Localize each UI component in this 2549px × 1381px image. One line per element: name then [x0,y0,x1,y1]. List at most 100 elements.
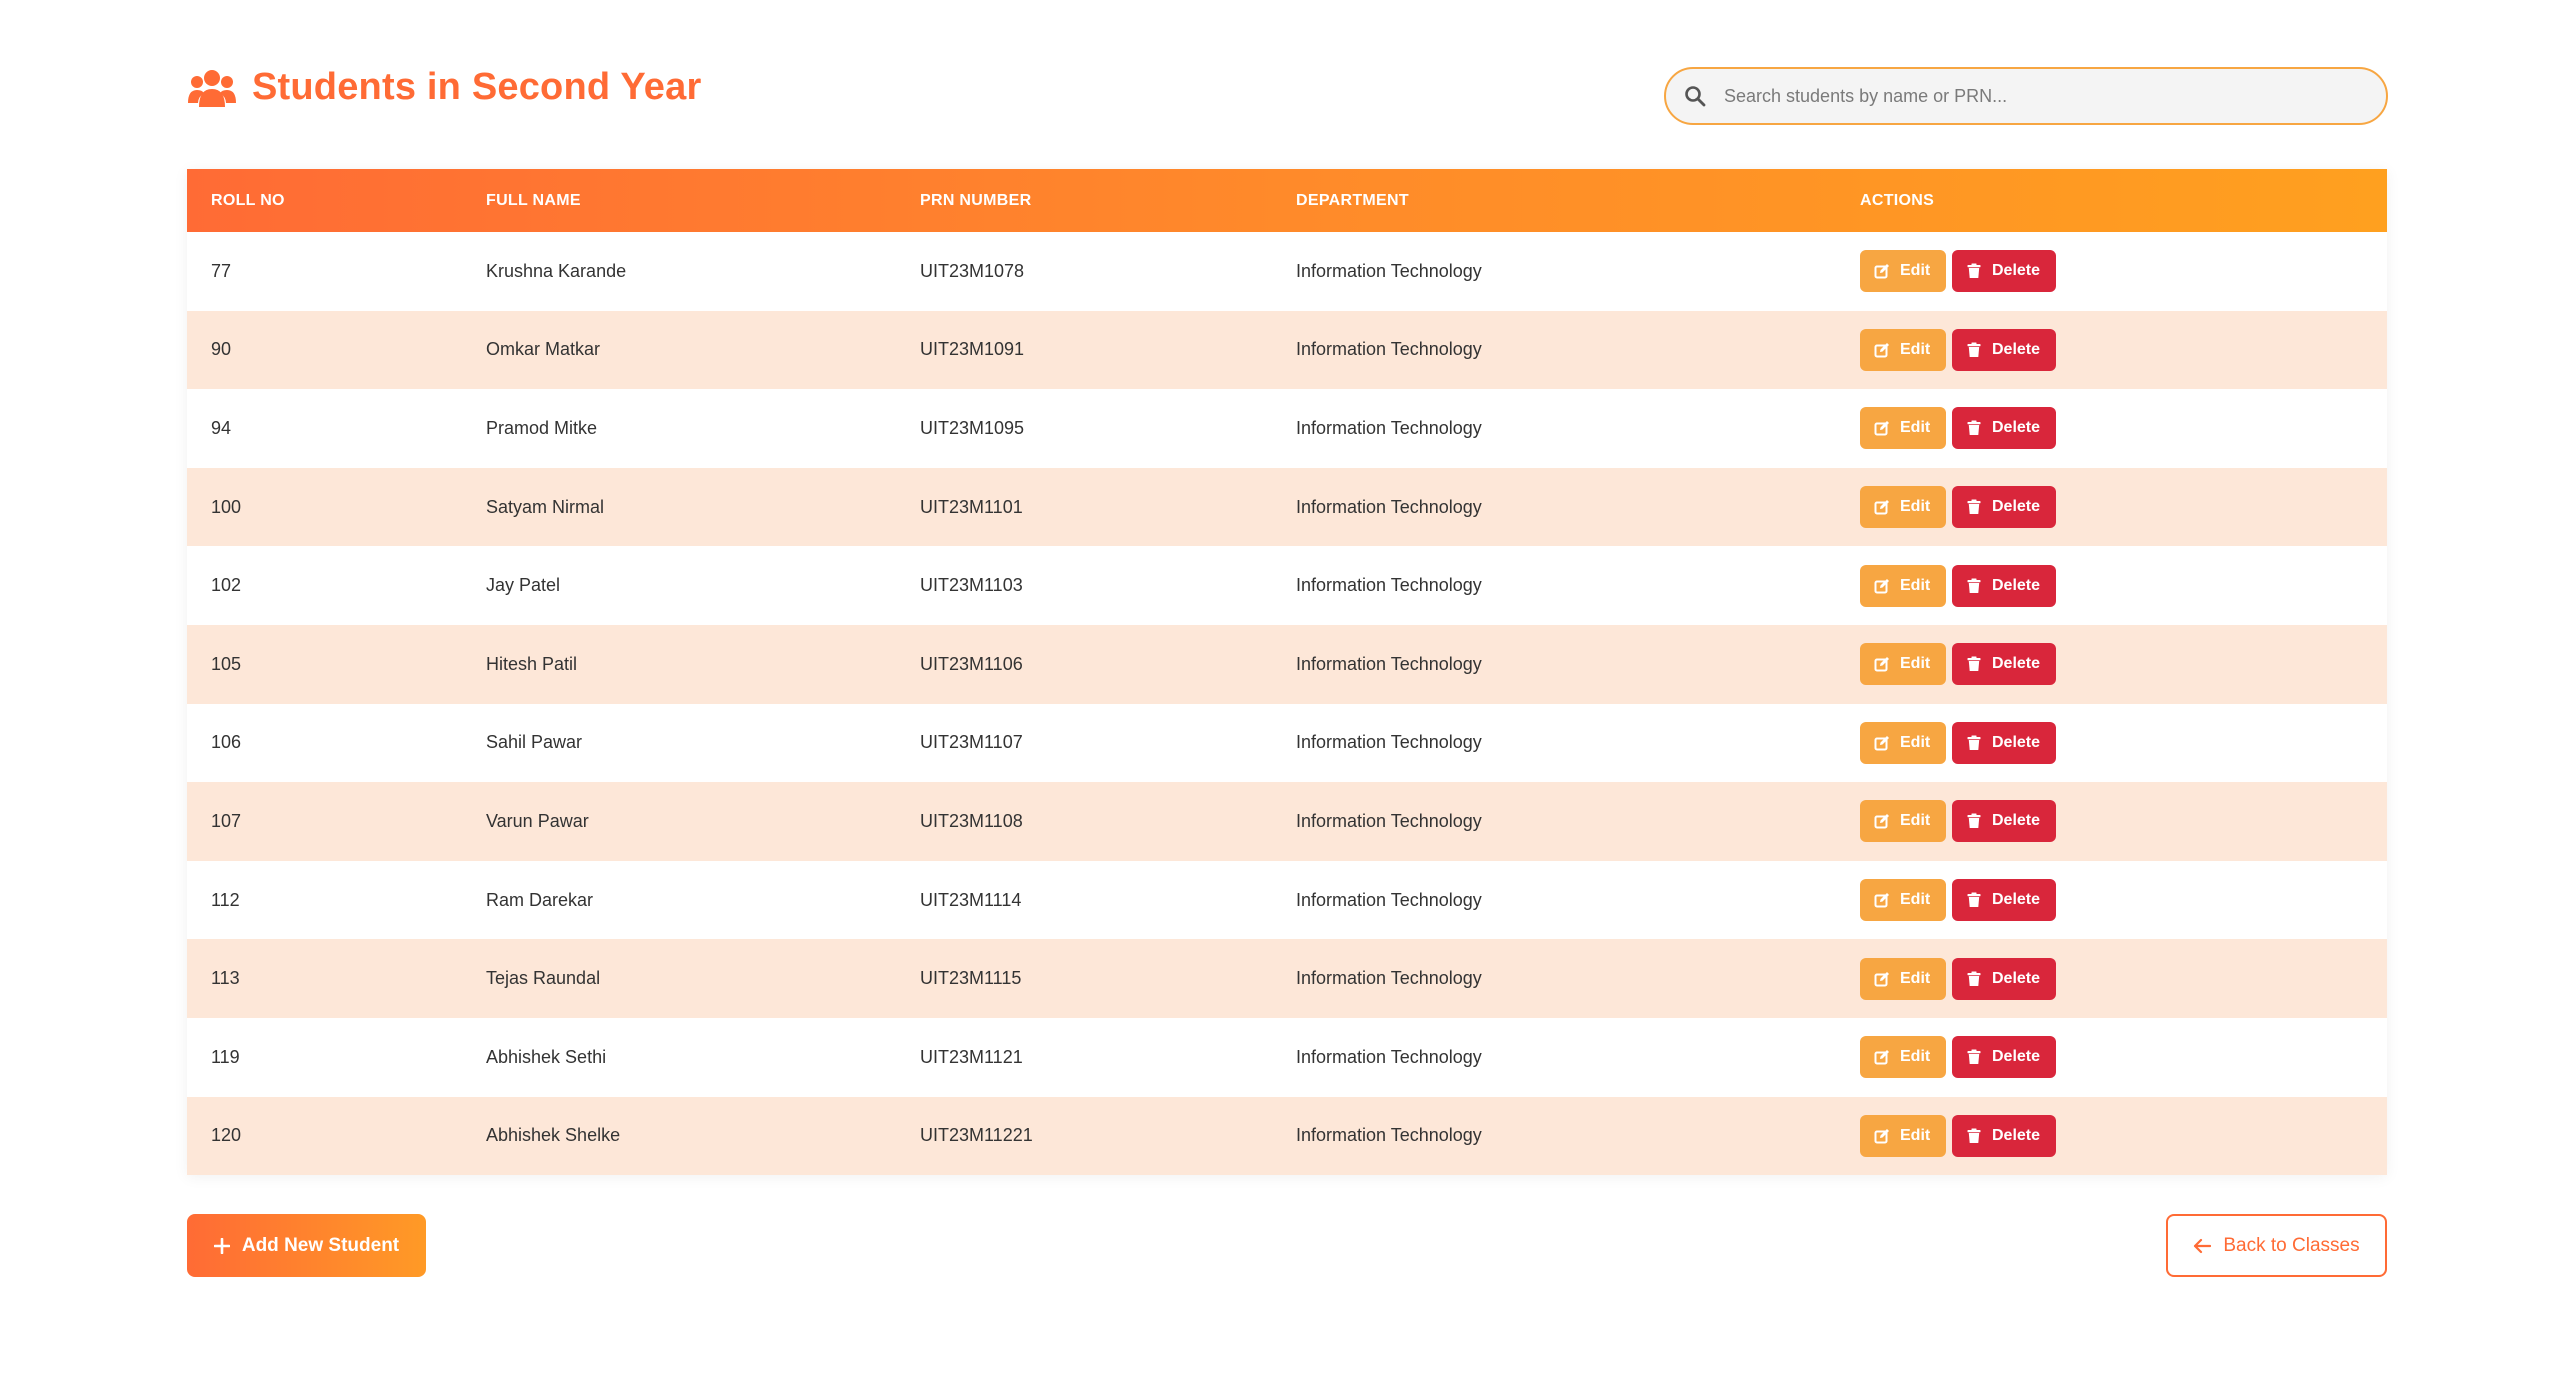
column-header-department[interactable]: DEPARTMENT [1272,169,1836,232]
trash-icon [1967,735,1981,750]
delete-button[interactable]: Delete [1952,407,2056,450]
cell-department: Information Technology [1296,889,1482,910]
cell-actions: Edit Delete [1836,1018,2387,1097]
column-header-roll-no[interactable]: ROLL NO [187,169,462,232]
cell-department: Information Technology [1296,1046,1482,1067]
trash-icon [1967,342,1981,357]
edit-icon [1874,264,1889,279]
edit-button[interactable]: Edit [1860,564,1946,607]
edit-button[interactable]: Edit [1860,721,1946,764]
users-icon [188,69,236,107]
edit-button[interactable]: Edit [1860,1114,1946,1157]
edit-button[interactable]: Edit [1860,957,1946,1000]
cell-department: Information Technology [1296,810,1482,831]
delete-button-label: Delete [1992,262,2041,280]
edit-button-label: Edit [1900,340,1931,358]
edit-button-label: Edit [1900,419,1931,437]
edit-button-label: Edit [1900,655,1931,673]
trash-icon [1967,263,1981,279]
add-new-student-button[interactable]: Add New Student [187,1214,426,1277]
delete-button[interactable]: Delete [1952,1114,2056,1157]
search-input[interactable] [1724,85,2364,107]
edit-button[interactable]: Edit [1860,486,1946,529]
cell-roll-no: 77 [211,260,232,281]
cell-prn-number: UIT23M1101 [920,496,1023,517]
cell-roll-no: 102 [211,575,242,596]
delete-button[interactable]: Delete [1952,328,2056,371]
delete-button[interactable]: Delete [1952,486,2056,529]
column-header-actions: ACTIONS [1860,191,1935,209]
edit-icon [1874,814,1889,829]
cell-prn-number: UIT23M1107 [920,732,1023,753]
cell-roll-no: 90 [211,339,232,360]
table-header-row: ROLL NO FULL NAME PRN NUMBER DEPARTMENT … [187,169,2387,232]
table-row: 94 Pramod Mitke UIT23M1095 Information Tech… [187,389,2387,468]
cell-department: Information Technology [1296,339,1482,360]
cell-full-name: Satyam Nirmal [486,496,605,517]
cell-department: Information Technology [1296,1125,1482,1146]
cell-roll-no: 107 [211,810,242,831]
delete-button[interactable]: Delete [1952,800,2056,843]
search-box[interactable] [1664,67,2388,125]
cell-roll-no: 113 [211,968,240,989]
delete-button[interactable]: Delete [1952,250,2056,293]
cell-full-name: Abhishek Sethi [486,1046,607,1067]
cell-department: Information Technology [1296,496,1482,517]
delete-button[interactable]: Delete [1952,721,2056,764]
delete-button[interactable]: Delete [1952,564,2056,607]
cell-actions: Edit Delete [1836,546,2387,625]
edit-button[interactable]: Edit [1860,800,1946,843]
edit-button[interactable]: Edit [1860,328,1946,371]
table-row: 102 Jay Patel UIT23M1103 Information Techno… [187,546,2387,625]
edit-icon [1874,735,1889,751]
cell-full-name: Varun Pawar [486,810,589,831]
delete-button-label: Delete [1992,812,2041,830]
delete-button-label: Delete [1992,969,2041,987]
edit-button[interactable]: Edit [1860,1036,1946,1079]
delete-button-label: Delete [1992,1048,2041,1066]
column-header-prn-number[interactable]: PRN NUMBER [896,169,1272,232]
edit-button-label: Edit [1900,812,1931,830]
edit-button[interactable]: Edit [1860,879,1946,922]
column-header-full-name[interactable]: FULL NAME [462,169,896,232]
trash-icon [1967,578,1981,593]
cell-full-name: Hitesh Patil [486,653,578,674]
delete-button-label: Delete [1992,340,2041,358]
delete-button-label: Delete [1992,655,2041,673]
cell-prn-number: UIT23M1121 [920,1046,1023,1067]
edit-button-label: Edit [1900,1126,1931,1144]
edit-button[interactable]: Edit [1860,407,1946,450]
table-row: 100 Satyam Nirmal UIT23M1101 Information Te… [187,467,2387,547]
delete-button-label: Delete [1992,733,2041,751]
edit-button-label: Edit [1900,733,1931,751]
search-icon [1685,86,1706,107]
delete-button-label: Delete [1992,419,2041,437]
edit-button-label: Edit [1900,576,1931,594]
cell-actions: Edit Delete [1836,311,2387,390]
edit-icon [1874,1128,1889,1144]
arrow-left-icon [2194,1238,2212,1253]
edit-button[interactable]: Edit [1860,643,1946,686]
cell-prn-number: UIT23M1095 [920,417,1025,438]
table-row: 119 Abhishek Sethi UIT23M1121 Information T… [187,1017,2387,1097]
delete-button[interactable]: Delete [1952,879,2056,922]
table-row: 112 Ram Darekar UIT23M1114 Information Tech… [187,860,2387,940]
delete-button[interactable]: Delete [1952,1036,2056,1079]
cell-full-name: Jay Patel [486,575,561,596]
delete-button[interactable]: Delete [1952,957,2056,1000]
trash-icon [1967,499,1981,515]
page-header: Students in Second Year [188,60,2388,130]
edit-icon [1874,500,1889,515]
cell-prn-number: UIT23M1115 [920,968,1022,989]
back-to-classes-button[interactable]: Back to Classes [2166,1214,2387,1277]
cell-prn-number: UIT23M1114 [920,889,1022,910]
edit-button[interactable]: Edit [1860,250,1946,293]
delete-button-label: Delete [1992,1126,2041,1144]
cell-full-name: Omkar Matkar [486,339,601,360]
table-row: 77 Krushna Karande UIT23M1078 Information T… [187,232,2387,311]
table-row: 113 Tejas Raundal UIT23M1115 Information Te… [187,939,2387,1018]
trash-icon [1967,1128,1981,1143]
delete-button[interactable]: Delete [1952,643,2056,686]
cell-actions: Edit Delete [1836,782,2387,861]
table-body: 77 Krushna Karande UIT23M1078 Information T… [187,232,2387,1176]
